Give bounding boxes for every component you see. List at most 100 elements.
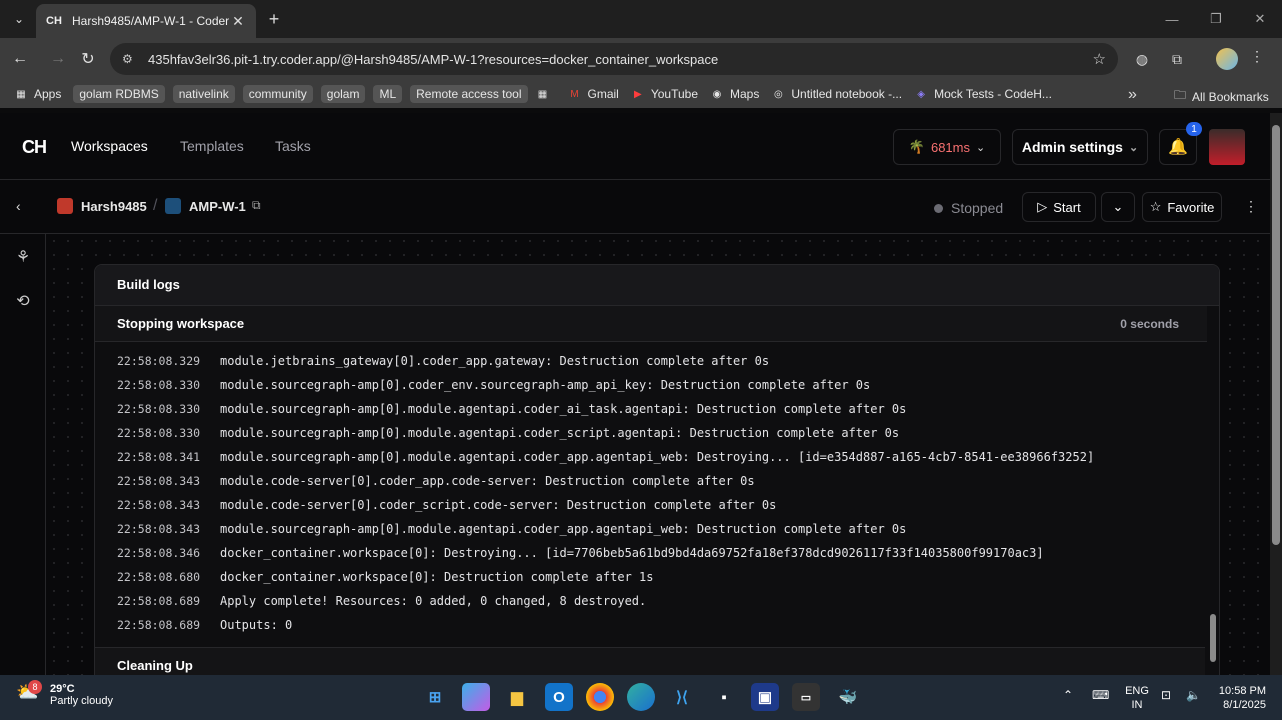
teams-icon[interactable]: ▣: [751, 683, 779, 711]
bookmark-item[interactable]: ▦ Apps: [14, 87, 61, 101]
maximize-icon[interactable]: ❐: [1194, 0, 1238, 38]
tab-search-chevron-icon[interactable]: ⌄: [8, 8, 30, 30]
chrome-icon[interactable]: [586, 683, 614, 711]
stage-header[interactable]: Stopping workspace 0 seconds: [95, 306, 1219, 342]
clock[interactable]: 10:58 PM 8/1/2025: [1210, 684, 1266, 712]
bookmark-item[interactable]: golam RDBMS: [73, 85, 165, 103]
profile-avatar[interactable]: [1216, 48, 1238, 70]
nav-tasks[interactable]: Tasks: [275, 138, 311, 154]
bookmark-item[interactable]: ▦: [536, 87, 556, 101]
weather-widget[interactable]: ⛅ 8 29°C Partly cloudy: [16, 680, 113, 708]
bookmark-item[interactable]: ◎ Untitled notebook -...: [771, 87, 902, 101]
copy-icon[interactable]: ⧉: [252, 198, 261, 213]
bookmark-item[interactable]: ◉ Maps: [710, 87, 760, 101]
network-icon[interactable]: ⊡: [1161, 688, 1171, 702]
log-timestamp: 22:58:08.341: [117, 450, 201, 464]
bookmark-item[interactable]: ◈ Mock Tests - CodeH...: [914, 87, 1052, 101]
bookmark-item[interactable]: Remote access tool: [410, 85, 528, 103]
edge-icon[interactable]: [627, 683, 655, 711]
start-options-dropdown[interactable]: ⌄: [1101, 192, 1135, 222]
bookmark-item[interactable]: nativelink: [172, 85, 235, 103]
browser-menu-icon[interactable]: ⋮: [1250, 48, 1264, 65]
vscode-icon[interactable]: ⟩⟨: [668, 683, 696, 711]
log-line: 22:58:08.680 docker_container.workspace[0…: [95, 565, 1219, 589]
browser-tab[interactable]: CH Harsh9485/AMP-W-1 - Coder ✕: [36, 4, 256, 38]
favorite-label: Favorite: [1167, 199, 1215, 215]
weather-text: Partly cloudy: [50, 695, 113, 707]
file-explorer-icon[interactable]: ▆: [503, 683, 531, 711]
start-button[interactable]: ▷ Start: [1022, 192, 1096, 222]
back-arrow-icon[interactable]: ←: [8, 47, 32, 71]
page-scrollbar-thumb[interactable]: [1272, 125, 1280, 545]
log-message: module.sourcegraph-amp[0].module.agentap…: [220, 402, 907, 416]
bookmark-star-icon[interactable]: ☆: [1093, 50, 1106, 68]
forward-arrow-icon[interactable]: →: [46, 47, 70, 71]
app-icon[interactable]: ▪: [710, 683, 738, 711]
terminal-icon[interactable]: ▭: [792, 683, 820, 711]
more-bookmarks-icon[interactable]: »: [1128, 86, 1137, 104]
breadcrumb-separator: /: [153, 197, 158, 214]
globe-extension-icon[interactable]: ◍: [1131, 48, 1153, 70]
window-controls: — ❐ ✕: [1150, 0, 1282, 38]
breadcrumb-owner[interactable]: Harsh9485: [57, 198, 147, 214]
minimize-icon[interactable]: —: [1150, 0, 1194, 38]
stage-title: Stopping workspace: [117, 316, 245, 331]
latency-button[interactable]: 🌴 681ms ⌄: [893, 129, 1001, 165]
keyboard-icon[interactable]: ⌨: [1092, 688, 1109, 702]
nav-templates[interactable]: Templates: [180, 138, 244, 154]
logs-scrollbar[interactable]: [1207, 306, 1219, 683]
outlook-icon[interactable]: O: [545, 683, 573, 711]
log-timestamp: 22:58:08.329: [117, 354, 201, 368]
log-timestamp: 22:58:08.346: [117, 546, 201, 560]
bookmark-item[interactable]: M Gmail: [568, 87, 619, 101]
docker-desktop-icon[interactable]: 🐳: [834, 683, 862, 711]
breadcrumb-workspace[interactable]: AMP-W-1: [165, 198, 246, 214]
nav-workspaces[interactable]: Workspaces: [71, 138, 148, 154]
tab-close-icon[interactable]: ✕: [230, 13, 246, 30]
language-indicator[interactable]: ENG IN: [1124, 684, 1150, 712]
back-chevron-icon[interactable]: ‹: [16, 198, 21, 214]
log-message: module.jetbrains_gateway[0].coder_app.ga…: [220, 354, 770, 368]
codeh-icon: ◈: [917, 88, 925, 100]
coder-logo[interactable]: CH: [22, 137, 47, 158]
admin-settings-label: Admin settings: [1021, 139, 1123, 155]
log-line: 22:58:08.343 module.sourcegraph-amp[0].mo…: [95, 517, 1219, 541]
bookmark-item[interactable]: ML: [373, 85, 403, 103]
site-info-icon[interactable]: ⚙: [122, 52, 140, 66]
all-bookmarks[interactable]: 🗀 All Bookmarks: [1174, 86, 1269, 107]
page-scrollbar[interactable]: [1270, 113, 1282, 675]
url-text[interactable]: 435hfav3elr36.pit-1.try.coder.app/@Harsh…: [148, 52, 1093, 67]
workspace-content: Build logs Stopping workspace 0 seconds …: [47, 234, 1270, 684]
bookmark-label: YouTube: [650, 87, 699, 101]
close-window-icon[interactable]: ✕: [1238, 0, 1282, 38]
bookmark-label: Maps: [730, 87, 760, 101]
log-timestamp: 22:58:08.343: [117, 522, 201, 536]
bookmark-item[interactable]: community: [242, 85, 313, 103]
admin-settings-button[interactable]: Admin settings ⌄: [1012, 129, 1148, 165]
resources-graph-icon[interactable]: ⚘: [12, 246, 34, 268]
log-line: 22:58:08.330 module.sourcegraph-amp[0].mo…: [95, 421, 1219, 445]
log-timestamp: 22:58:08.330: [117, 402, 201, 416]
new-tab-plus-icon[interactable]: +: [264, 9, 284, 30]
bookmark-label: ML: [379, 87, 397, 101]
address-bar[interactable]: ⚙ 435hfav3elr36.pit-1.try.coder.app/@Har…: [110, 43, 1118, 75]
user-avatar[interactable]: [1209, 129, 1245, 165]
log-output[interactable]: 22:58:08.329 module.jetbrains_gateway[0].…: [95, 342, 1219, 647]
apps-grid-icon: ▦: [16, 88, 26, 100]
extensions-puzzle-icon[interactable]: ⧉: [1166, 48, 1188, 70]
bookmark-item[interactable]: golam: [320, 85, 366, 103]
bookmark-item[interactable]: ▶ YouTube: [631, 87, 698, 101]
reload-icon[interactable]: ↻: [76, 47, 100, 71]
bookmark-label: Apps: [34, 87, 62, 101]
windows-start-icon[interactable]: ⊞: [421, 683, 449, 711]
history-icon[interactable]: ⟲: [12, 290, 34, 312]
log-message: Apply complete! Resources: 0 added, 0 ch…: [220, 594, 647, 608]
logs-scrollbar-thumb[interactable]: [1210, 614, 1216, 662]
volume-icon[interactable]: 🔈: [1186, 688, 1201, 702]
workspace-menu-icon[interactable]: ⋮: [1244, 198, 1258, 215]
copilot-icon[interactable]: [462, 683, 490, 711]
bookmark-label: Gmail: [587, 87, 619, 101]
lang-bottom: IN: [1131, 699, 1143, 711]
favorite-button[interactable]: ☆ Favorite: [1142, 192, 1222, 222]
tray-chevron-icon[interactable]: ⌃: [1063, 688, 1073, 702]
